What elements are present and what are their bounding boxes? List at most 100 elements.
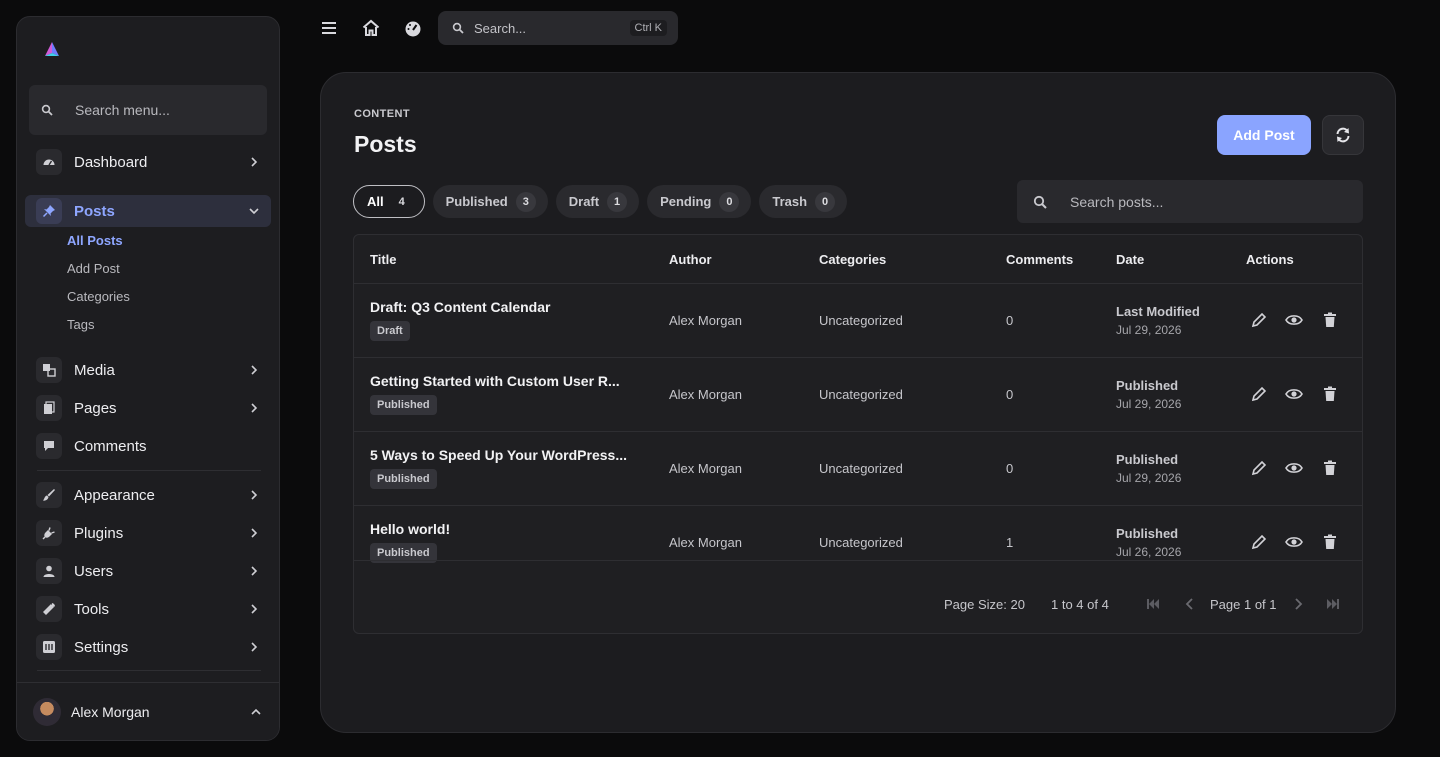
- sidebar-item-media[interactable]: Media: [25, 354, 271, 386]
- post-search-input[interactable]: Search posts...: [1017, 180, 1363, 223]
- sidebar-item-appearance[interactable]: Appearance: [25, 479, 271, 511]
- chevron-down-icon: [249, 208, 259, 215]
- sidebar-search-placeholder: Search menu...: [75, 102, 170, 118]
- user-menu[interactable]: Alex Morgan: [17, 682, 279, 740]
- post-date-status: Last Modified: [1116, 304, 1200, 319]
- sidebar-item-tools[interactable]: Tools: [25, 593, 271, 625]
- trash-icon[interactable]: [1321, 311, 1339, 329]
- sidebar-divider: [37, 470, 261, 471]
- submenu-add-post[interactable]: Add Post: [67, 261, 120, 276]
- trash-icon[interactable]: [1321, 533, 1339, 551]
- gauge-icon[interactable]: [403, 18, 423, 38]
- chevron-right-icon: [251, 528, 258, 538]
- post-title-link[interactable]: 5 Ways to Speed Up Your WordPress...: [370, 447, 627, 463]
- posts-panel: CONTENT Posts Add Post All 4 Published 3 D…: [320, 72, 1396, 733]
- sidebar-item-plugins[interactable]: Plugins: [25, 517, 271, 549]
- tab-all[interactable]: All 4: [353, 185, 425, 218]
- sidebar-item-label: Pages: [74, 399, 117, 417]
- sidebar-item-label: Users: [74, 562, 114, 580]
- table-row: 5 Ways to Speed Up Your WordPress... Pub…: [354, 432, 1362, 506]
- post-title-link[interactable]: Hello world!: [370, 521, 450, 537]
- pages-icon: [44, 401, 55, 414]
- view-icon[interactable]: [1285, 385, 1303, 403]
- post-category: Uncategorized: [819, 535, 903, 550]
- post-comments: 0: [1006, 387, 1014, 402]
- sidebar-item-label: Media: [74, 361, 115, 379]
- table-header: Title Author Categories Comments Date Ac…: [354, 235, 1362, 284]
- sidebar-item-label: Posts: [74, 202, 115, 220]
- sidebar-item-label: Tools: [74, 600, 110, 618]
- row-range: 1 to 4 of 4: [1051, 597, 1109, 612]
- post-comments: 0: [1006, 461, 1014, 476]
- refresh-button[interactable]: [1322, 115, 1364, 155]
- edit-icon[interactable]: [1250, 533, 1268, 551]
- status-badge: Published: [370, 469, 437, 489]
- search-icon: [1033, 195, 1047, 209]
- tab-draft[interactable]: Draft 1: [555, 185, 640, 218]
- sidebar-item-dashboard[interactable]: Dashboard: [25, 146, 271, 178]
- chevron-right-icon: [251, 642, 258, 652]
- refresh-icon: [1336, 127, 1350, 143]
- edit-icon[interactable]: [1250, 385, 1268, 403]
- column-header-actions: Actions: [1246, 252, 1294, 267]
- table-row: Getting Started with Custom User R... Pu…: [354, 358, 1362, 432]
- plug-icon: [42, 527, 55, 540]
- sidebar-item-pages[interactable]: Pages: [25, 392, 271, 424]
- global-search-input[interactable]: Search... Ctrl K: [438, 11, 678, 45]
- trash-icon[interactable]: [1321, 459, 1339, 477]
- sidebar-divider: [37, 670, 261, 671]
- tab-count: 4: [398, 195, 405, 208]
- sidebar-item-users[interactable]: Users: [25, 555, 271, 587]
- submenu-tags[interactable]: Tags: [67, 317, 94, 332]
- view-icon[interactable]: [1285, 311, 1303, 329]
- next-page-icon[interactable]: [1290, 596, 1306, 612]
- column-header-categories[interactable]: Categories: [819, 252, 886, 267]
- user-name: Alex Morgan: [71, 703, 150, 720]
- page-size[interactable]: Page Size: 20: [944, 597, 1025, 612]
- pagination: Page Size: 20 1 to 4 of 4 Page 1 of 1: [354, 560, 1362, 633]
- add-post-button[interactable]: Add Post: [1217, 115, 1311, 155]
- sidebar-search-input[interactable]: Search menu...: [29, 85, 267, 135]
- sidebar-item-posts[interactable]: Posts: [25, 195, 271, 227]
- view-icon[interactable]: [1285, 533, 1303, 551]
- sidebar-item-label: Settings: [74, 638, 129, 656]
- column-header-title[interactable]: Title: [370, 252, 397, 267]
- prev-page-icon[interactable]: [1182, 596, 1198, 612]
- last-page-icon[interactable]: [1325, 596, 1341, 612]
- shortcut-hint: Ctrl K: [629, 20, 667, 36]
- submenu-categories[interactable]: Categories: [67, 289, 130, 304]
- edit-icon[interactable]: [1250, 459, 1268, 477]
- post-date: Jul 29, 2026: [1116, 471, 1182, 485]
- sidebar-item-label: Appearance: [74, 486, 155, 504]
- post-title-link[interactable]: Getting Started with Custom User R...: [370, 373, 620, 389]
- edit-icon[interactable]: [1250, 311, 1268, 329]
- breadcrumb: CONTENT: [354, 108, 410, 120]
- tab-trash[interactable]: Trash 0: [759, 185, 848, 218]
- pin-icon: [42, 205, 55, 218]
- column-header-comments[interactable]: Comments: [1006, 252, 1073, 267]
- sidebar-item-settings[interactable]: Settings: [25, 631, 271, 663]
- home-icon[interactable]: [361, 18, 381, 38]
- view-icon[interactable]: [1285, 459, 1303, 477]
- sidebar-item-comments[interactable]: Comments: [25, 430, 271, 462]
- tab-label: All: [367, 194, 384, 209]
- comment-icon: [44, 441, 54, 451]
- post-comments: 1: [1006, 535, 1014, 550]
- sidebar-item-label: Dashboard: [74, 153, 148, 171]
- media-icon: [43, 364, 56, 377]
- submenu-all-posts[interactable]: All Posts: [67, 233, 123, 248]
- tab-pending[interactable]: Pending 0: [647, 185, 752, 218]
- first-page-icon[interactable]: [1145, 596, 1161, 612]
- menu-icon[interactable]: [319, 18, 339, 38]
- column-header-date[interactable]: Date: [1116, 252, 1144, 267]
- trash-icon[interactable]: [1321, 385, 1339, 403]
- column-header-author[interactable]: Author: [669, 252, 712, 267]
- tab-published[interactable]: Published 3: [432, 185, 548, 218]
- post-date: Jul 29, 2026: [1116, 323, 1182, 337]
- post-search-placeholder: Search posts...: [1070, 193, 1164, 210]
- post-title-link[interactable]: Draft: Q3 Content Calendar: [370, 299, 550, 315]
- chevron-right-icon: [251, 157, 258, 167]
- post-date: Jul 29, 2026: [1116, 397, 1182, 411]
- gauge-icon: [43, 159, 55, 166]
- sidebar-item-label: Plugins: [74, 524, 124, 542]
